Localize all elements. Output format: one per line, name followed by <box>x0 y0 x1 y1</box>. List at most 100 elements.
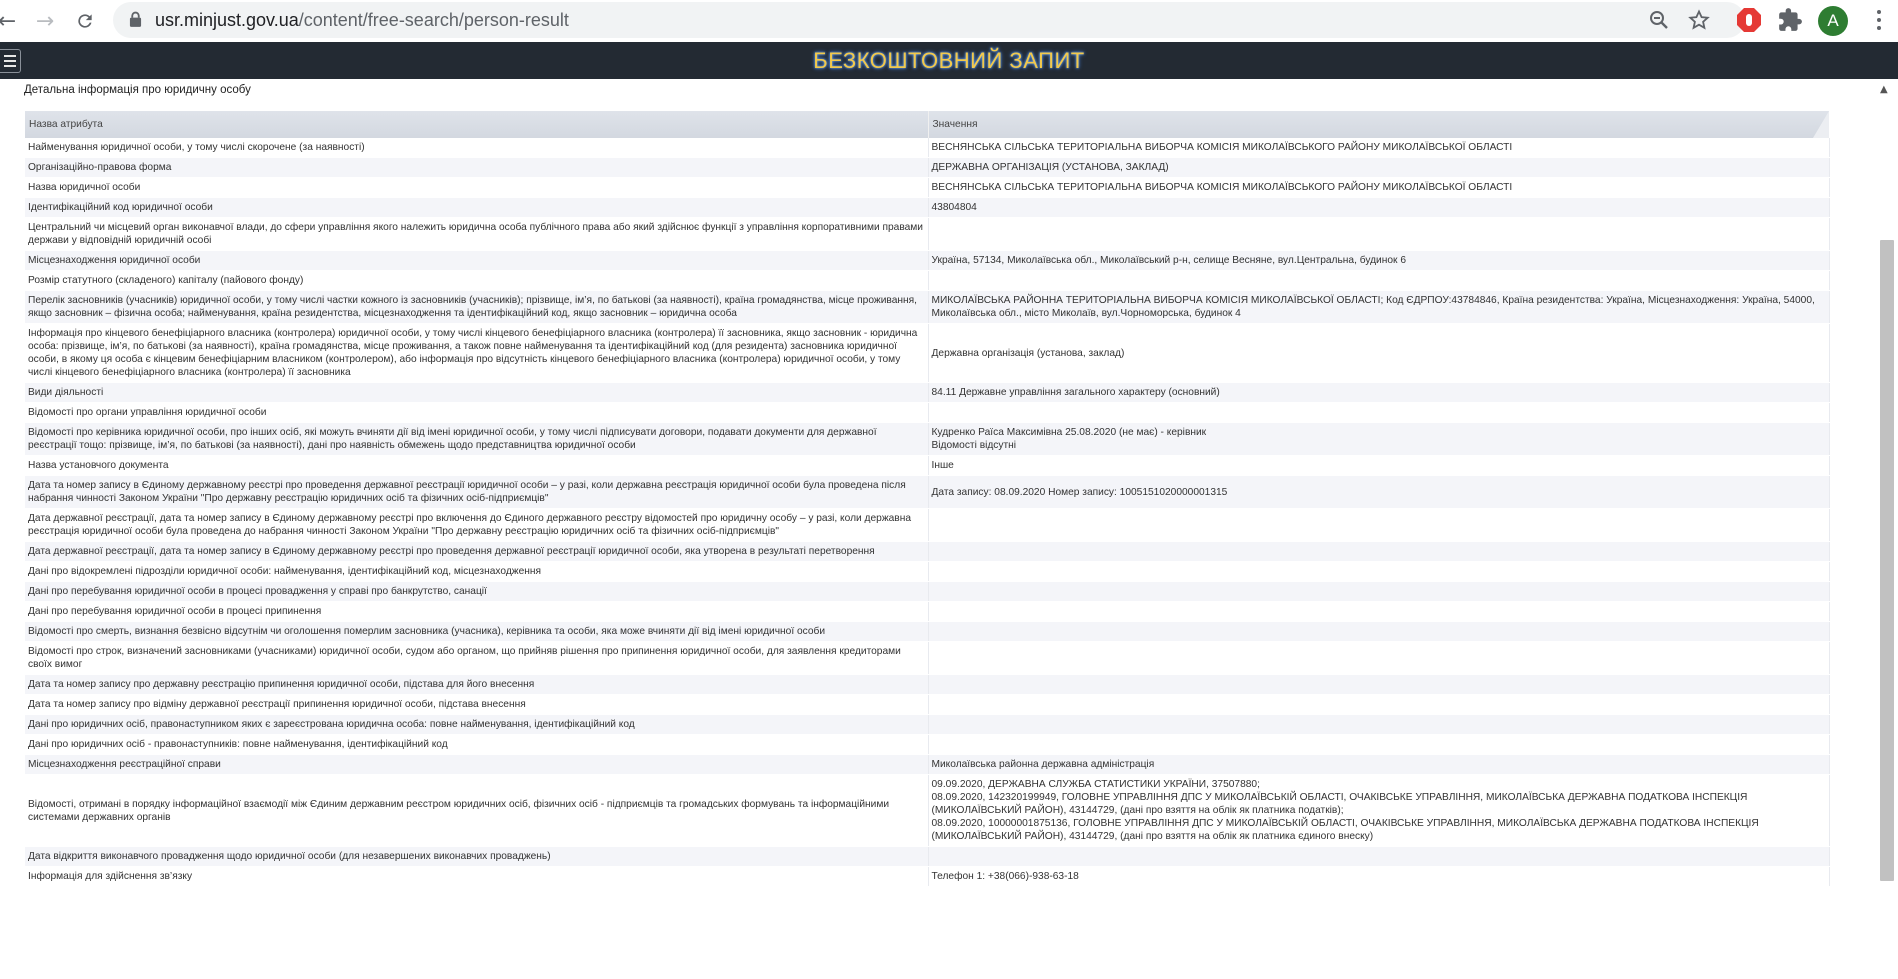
attribute-value-cell <box>928 508 1830 542</box>
table-row: Назва установчого документа Інше <box>25 455 1830 476</box>
attribute-value-cell <box>928 601 1830 622</box>
attribute-value-cell: Дата запису: 08.09.2020 Номер запису: 10… <box>928 475 1830 509</box>
attribute-value-cell <box>928 402 1830 423</box>
table-row: Назва юридичної особи ВЕСНЯНСЬКА СІЛЬСЬКА… <box>25 177 1830 198</box>
site-header: БЕЗКОШТОВНИЙ ЗАПИТ <box>0 42 1898 79</box>
attribute-value-cell: Миколаївська районна державна адміністра… <box>928 754 1830 775</box>
menu-icon[interactable] <box>1876 10 1882 32</box>
attribute-value-cell <box>928 581 1830 602</box>
attribute-value-cell: Державна організація (установа, заклад) <box>928 323 1830 383</box>
table-row: Інформація про кінцевого бенефіціарного … <box>25 323 1830 383</box>
table-row: Інформація для здійснення зв’язку Телефон… <box>25 866 1830 887</box>
table-row: Місцезнаходження юридичної особи Україна,… <box>25 250 1830 271</box>
attribute-name-cell: Дані про юридичних осіб - правонаступник… <box>25 734 929 755</box>
attribute-name-cell: Відомості про керівника юридичної особи,… <box>25 422 929 456</box>
table-row: Дані про перебування юридичної особи в п… <box>25 581 1830 602</box>
forward-icon[interactable]: → <box>28 4 62 38</box>
table-row: Дата та номер запису в Єдиному державном… <box>25 475 1830 509</box>
attribute-value-cell: Україна, 57134, Миколаївська обл., Микол… <box>928 250 1830 271</box>
table-row: Найменування юридичної особи, у тому чис… <box>25 138 1830 158</box>
attribute-name-cell: Дані про юридичних осіб, правонаступнико… <box>25 714 929 735</box>
avatar[interactable]: A <box>1818 6 1848 36</box>
attribute-name-cell: Дата державної реєстрації, дата та номер… <box>25 541 929 562</box>
table-row: Дата та номер запису про відміну державн… <box>25 694 1830 715</box>
attribute-value-cell <box>928 270 1830 291</box>
attribute-name-cell: Дата та номер запису в Єдиному державном… <box>25 475 929 509</box>
table-row: Відомості про органи управління юридично… <box>25 402 1830 423</box>
site-title: БЕЗКОШТОВНИЙ ЗАПИТ <box>813 48 1085 73</box>
attribute-value-cell: Телефон 1: +38(066)-938-63-18 <box>928 866 1830 887</box>
lock-icon[interactable] <box>129 11 142 28</box>
table-row: Відомості про строк, визначений засновни… <box>25 641 1830 675</box>
attribute-name-cell: Найменування юридичної особи, у тому чис… <box>25 138 929 158</box>
adblock-icon[interactable] <box>1736 7 1762 33</box>
table-row: Види діяльності 84.11 Державне управління… <box>25 382 1830 403</box>
table-row: Відомості про керівника юридичної особи,… <box>25 422 1830 456</box>
attribute-value-cell: 09.09.2020, ДЕРЖАВНА СЛУЖБА СТАТИСТИКИ У… <box>928 774 1830 847</box>
star-icon[interactable] <box>1687 8 1711 32</box>
attribute-value-cell <box>928 561 1830 582</box>
attribute-value-cell <box>928 641 1830 675</box>
table-row: Дата та номер запису про державну реєстр… <box>25 674 1830 695</box>
address-bar[interactable]: usr.minjust.gov.ua/content/free-search/p… <box>113 2 1745 38</box>
attribute-value-cell <box>928 541 1830 562</box>
attribute-name-cell: Інформація про кінцевого бенефіціарного … <box>25 323 929 383</box>
table-row: Відомості, отримані в порядку інформацій… <box>25 774 1830 847</box>
table-body: Найменування юридичної особи, у тому чис… <box>25 138 1830 887</box>
puzzle-icon[interactable] <box>1777 7 1803 33</box>
attribute-name-cell: Назва установчого документа <box>25 455 929 476</box>
url-path: /content/free-search/person-result <box>298 10 569 30</box>
details-table-container: Назва атрибута Значення Найменування юри… <box>25 111 1830 887</box>
attribute-name-cell: Дата та номер запису про державну реєстр… <box>25 674 929 695</box>
table-row: Відомості про смерть, визнання безвісно … <box>25 621 1830 642</box>
reload-icon[interactable] <box>68 4 102 38</box>
url-text: usr.minjust.gov.ua/content/free-search/p… <box>155 10 569 31</box>
attribute-value-cell <box>928 694 1830 715</box>
attribute-value-cell: 84.11 Державне управління загального хар… <box>928 382 1830 403</box>
table-row: Організаційно-правова форма ДЕРЖАВНА ОРГА… <box>25 157 1830 178</box>
attribute-name-cell: Місцезнаходження юридичної особи <box>25 250 929 271</box>
zoom-icon[interactable] <box>1647 8 1671 32</box>
attribute-value-cell <box>928 734 1830 755</box>
section-title: Детальна інформація про юридичну особу <box>24 84 251 96</box>
browser-toolbar: ← → usr.minjust.gov.ua/content/free-sear… <box>0 0 1898 43</box>
attribute-value-cell <box>928 846 1830 867</box>
attribute-name-cell: Дані про перебування юридичної особи в п… <box>25 581 929 602</box>
attribute-name-cell: Перелік засновників (учасників) юридично… <box>25 290 929 324</box>
table-row: Дані про юридичних осіб, правонаступнико… <box>25 714 1830 735</box>
url-host: usr.minjust.gov.ua <box>155 10 299 30</box>
attribute-name-cell: Дані про перебування юридичної особи в п… <box>25 601 929 622</box>
table-row: Місцезнаходження реєстраційної справи Мик… <box>25 754 1830 775</box>
collapse-icon[interactable]: ▲ <box>1880 84 1888 95</box>
attribute-value-cell: 43804804 <box>928 197 1830 218</box>
column-header-value: Значення <box>927 111 1829 138</box>
attribute-value-cell: ВЕСНЯНСЬКА СІЛЬСЬКА ТЕРИТОРІАЛЬНА ВИБОРЧ… <box>928 177 1830 198</box>
attribute-value-cell: ДЕРЖАВНА ОРГАНІЗАЦІЯ (УСТАНОВА, ЗАКЛАД) <box>928 157 1830 178</box>
attribute-name-cell: Відомості про строк, визначений засновни… <box>25 641 929 675</box>
back-icon[interactable]: ← <box>0 4 24 38</box>
attribute-value-cell <box>928 714 1830 735</box>
attribute-name-cell: Інформація для здійснення зв’язку <box>25 866 929 887</box>
attribute-value-cell <box>928 621 1830 642</box>
attribute-name-cell: Організаційно-правова форма <box>25 157 929 178</box>
attribute-value-cell: ВЕСНЯНСЬКА СІЛЬСЬКА ТЕРИТОРІАЛЬНА ВИБОРЧ… <box>928 138 1830 158</box>
attribute-name-cell: Дата державної реєстрації, дата та номер… <box>25 508 929 542</box>
attribute-value-cell <box>928 217 1830 251</box>
attribute-value-cell <box>928 674 1830 695</box>
attribute-value-cell: МИКОЛАЇВСЬКА РАЙОННА ТЕРИТОРІАЛЬНА ВИБОР… <box>928 290 1830 324</box>
table-row: Центральний чи місцевий орган виконавчої… <box>25 217 1830 251</box>
table-row: Ідентифікаційний код юридичної особи 4380… <box>25 197 1830 218</box>
attribute-name-cell: Місцезнаходження реєстраційної справи <box>25 754 929 775</box>
attribute-name-cell: Відомості, отримані в порядку інформацій… <box>25 774 929 847</box>
details-table: Назва атрибута Значення Найменування юри… <box>25 111 1830 887</box>
column-header-value-label: Значення <box>932 119 978 130</box>
attribute-name-cell: Дані про відокремлені підрозділи юридичн… <box>25 561 929 582</box>
attribute-name-cell: Дата відкриття виконавчого провадження щ… <box>25 846 929 867</box>
table-row: Дані про відокремлені підрозділи юридичн… <box>25 561 1830 582</box>
attribute-value-cell: Інше <box>928 455 1830 476</box>
attribute-value-cell: Кудренко Раїса Максимівна 25.08.2020 (не… <box>928 422 1830 456</box>
column-header-attribute: Назва атрибута <box>25 111 928 138</box>
scrollbar-thumb[interactable] <box>1880 240 1894 881</box>
attribute-name-cell: Ідентифікаційний код юридичної особи <box>25 197 929 218</box>
table-row: Дані про юридичних осіб - правонаступник… <box>25 734 1830 755</box>
